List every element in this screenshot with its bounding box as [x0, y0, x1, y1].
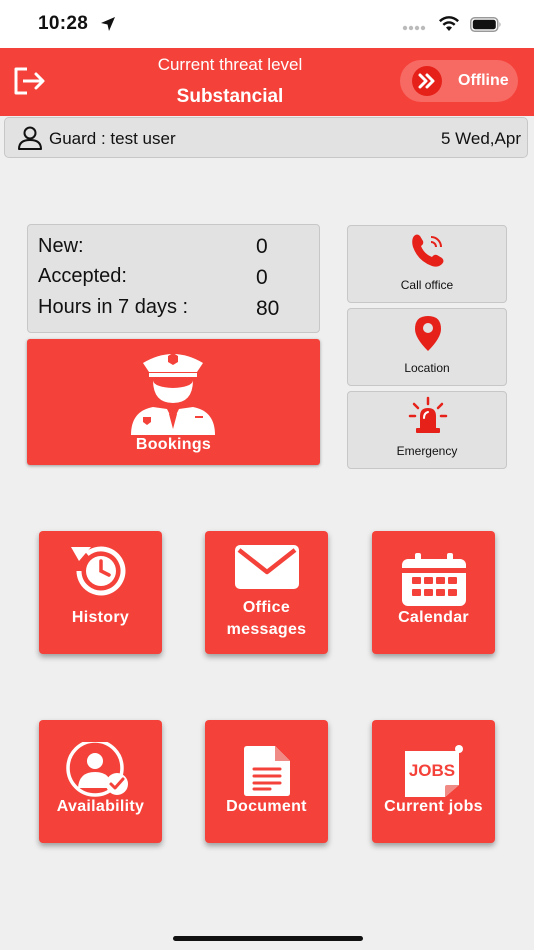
stat-accepted-label: Accepted: [38, 265, 127, 287]
status-label: Offline [458, 72, 509, 89]
online-status-toggle[interactable]: Offline [400, 60, 518, 102]
availability-label: Availability [56, 798, 145, 815]
history-icon [70, 546, 125, 596]
stat-hours-value: 80 [256, 297, 280, 320]
booking-stats-panel: New: 0 Accepted: 0 Hours in 7 days : 80 [27, 224, 320, 333]
wifi-icon [438, 16, 460, 37]
availability-tile[interactable]: Availability [39, 720, 162, 843]
document-label: Document [226, 798, 307, 815]
siren-icon [408, 396, 448, 441]
stat-hours-label: Hours in 7 days : [38, 296, 189, 318]
guard-info-bar: Guard : test user 5 Wed,Apr [4, 117, 528, 158]
guard-name: Guard : test user [49, 129, 176, 148]
bookings-label: Bookings [135, 436, 212, 453]
document-icon [243, 746, 290, 796]
user-icon [17, 126, 43, 155]
availability-icon [65, 742, 128, 797]
stat-accepted-value: 0 [256, 266, 268, 289]
battery-icon [470, 16, 502, 37]
threat-level-label: Current threat level [157, 55, 303, 74]
location-button[interactable]: Location [347, 308, 507, 386]
envelope-icon [234, 545, 299, 589]
location-label: Location [404, 361, 450, 375]
app-header: Current threat level Substancial Offline [0, 48, 534, 116]
stat-new-value: 0 [256, 235, 268, 258]
double-chevron-icon [412, 66, 442, 96]
security-guard-icon [127, 347, 219, 440]
history-label: History [71, 609, 130, 626]
emergency-button[interactable]: Emergency [347, 391, 507, 469]
calendar-icon [401, 553, 466, 606]
status-bar: 10:28 [0, 0, 534, 48]
current-jobs-label: Current jobs [384, 798, 483, 815]
threat-level-value: Substancial [176, 86, 284, 107]
office-messages-label-line1: Office [242, 599, 291, 616]
office-messages-tile[interactable]: Office messages [205, 531, 328, 654]
stat-new-label: New: [38, 235, 84, 257]
document-tile[interactable]: Document [205, 720, 328, 843]
signal-icon [402, 17, 428, 36]
home-indicator[interactable] [173, 936, 363, 941]
emergency-label: Emergency [396, 444, 458, 458]
map-pin-icon [408, 313, 448, 358]
current-date: 5 Wed,Apr [440, 129, 521, 148]
office-messages-label-line2: messages [226, 621, 307, 638]
call-office-button[interactable]: Call office [347, 225, 507, 303]
current-jobs-tile[interactable]: JOBS Current jobs [372, 720, 495, 843]
jobs-board-icon: JOBS [404, 745, 463, 797]
calendar-label: Calendar [398, 609, 469, 626]
jobs-icon-text: JOBS [408, 761, 454, 780]
phone-icon [408, 230, 448, 275]
location-arrow-icon [100, 16, 116, 37]
bookings-button[interactable]: Bookings [27, 339, 320, 465]
history-tile[interactable]: History [39, 531, 162, 654]
status-time: 10:28 [38, 13, 89, 34]
call-office-label: Call office [400, 278, 454, 292]
calendar-tile[interactable]: Calendar [372, 531, 495, 654]
